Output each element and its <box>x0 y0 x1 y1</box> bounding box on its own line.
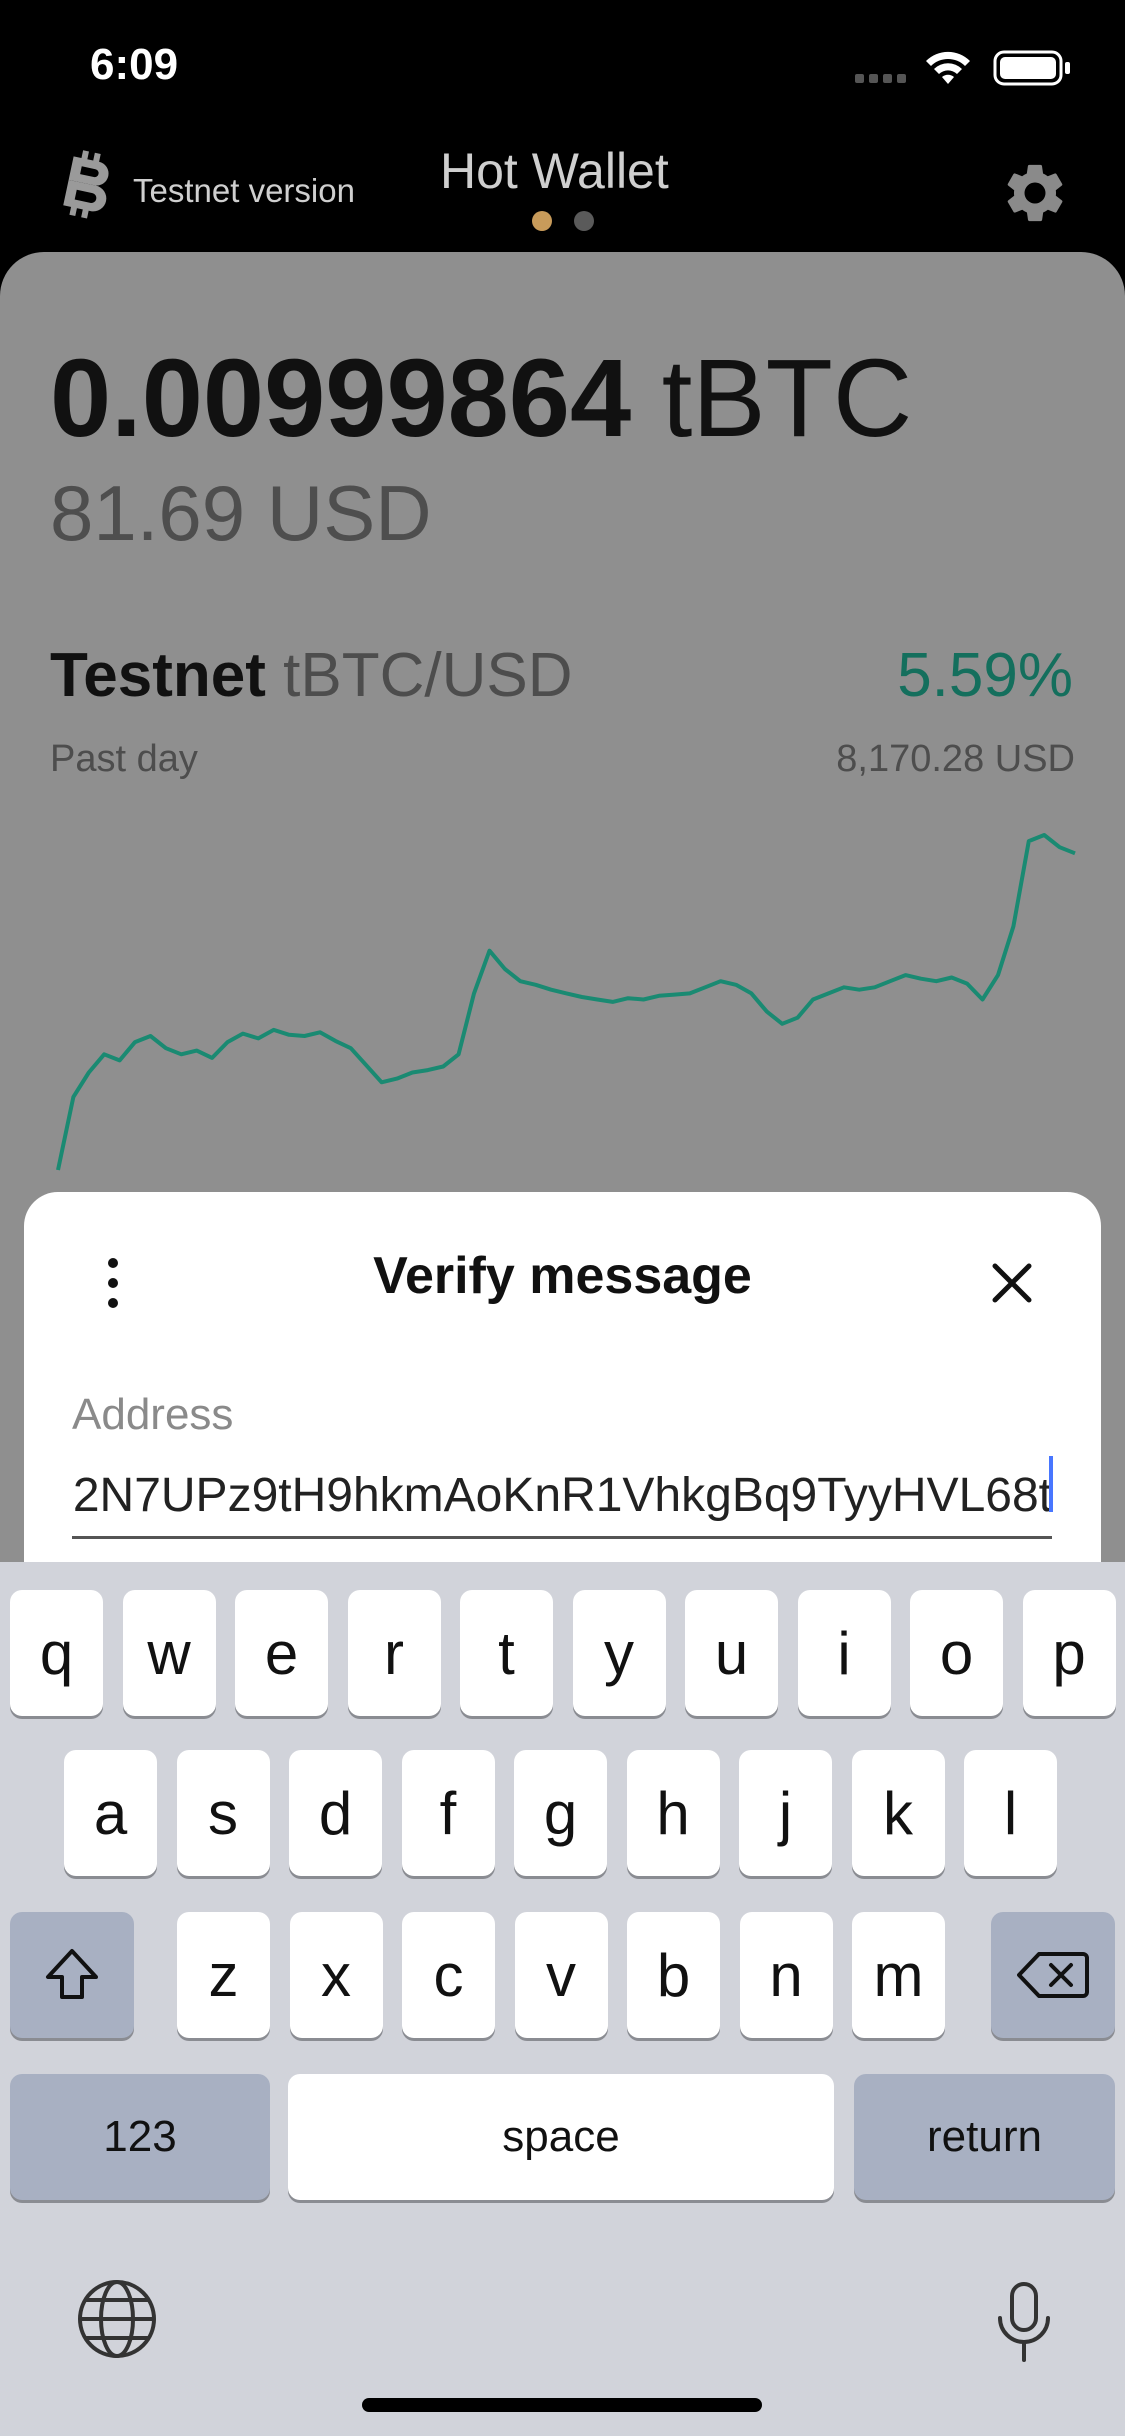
key-p[interactable]: p <box>1022 1590 1116 1716</box>
key-f[interactable]: f <box>401 1750 495 1876</box>
page-dot <box>574 211 594 231</box>
price-line <box>56 833 1076 1171</box>
key-q[interactable]: q <box>10 1590 103 1716</box>
key-i[interactable]: i <box>797 1590 891 1716</box>
current-price: 8,170.28 USD <box>836 738 1075 780</box>
close-icon[interactable] <box>987 1258 1037 1308</box>
balance-unit: tBTC <box>661 337 913 460</box>
balance: 0.00999864 tBTC <box>50 335 912 462</box>
key-c[interactable]: c <box>402 1912 495 2038</box>
address-underline <box>72 1536 1052 1539</box>
fiat-balance: 81.69 USD <box>50 469 432 557</box>
bitcoin-logo-icon <box>63 150 109 219</box>
backspace-key[interactable] <box>991 1912 1115 2038</box>
space-key[interactable]: space <box>288 2074 834 2200</box>
market-network: Testnet <box>50 641 266 710</box>
key-d[interactable]: d <box>289 1750 382 1876</box>
page-dot-active <box>532 211 552 231</box>
status-icons <box>855 50 1070 86</box>
key-n[interactable]: n <box>739 1912 833 2038</box>
key-a[interactable]: a <box>64 1750 157 1876</box>
address-label: Address <box>72 1390 234 1439</box>
key-s[interactable]: s <box>176 1750 270 1876</box>
status-time: 6:09 <box>90 40 179 89</box>
gear-icon[interactable] <box>1000 158 1070 228</box>
key-l[interactable]: l <box>964 1750 1057 1876</box>
key-x[interactable]: x <box>289 1912 383 2038</box>
cellular-signal-icon <box>855 74 906 83</box>
home-indicator <box>362 2398 762 2412</box>
key-r[interactable]: r <box>347 1590 441 1716</box>
key-y[interactable]: y <box>572 1590 666 1716</box>
key-z[interactable]: z <box>177 1912 270 2038</box>
text-cursor <box>1049 1456 1053 1512</box>
backspace-icon <box>1017 1952 1089 1998</box>
balance-amount: 0.00999864 <box>50 337 632 460</box>
numbers-key[interactable]: 123 <box>10 2074 270 2200</box>
key-o[interactable]: o <box>910 1590 1003 1716</box>
shift-key[interactable] <box>10 1912 134 2038</box>
wallet-title[interactable]: Hot Wallet <box>440 142 669 200</box>
sheet-title: Verify message <box>373 1247 752 1305</box>
market-pair: Testnet tBTC/USD <box>50 640 572 711</box>
price-chart <box>56 833 1076 1171</box>
key-h[interactable]: h <box>626 1750 720 1876</box>
key-u[interactable]: u <box>685 1590 778 1716</box>
address-input[interactable] <box>72 1460 1052 1530</box>
shift-icon <box>46 1949 98 1999</box>
key-w[interactable]: w <box>122 1590 216 1716</box>
key-t[interactable]: t <box>460 1590 553 1716</box>
price-change: 5.59% <box>897 641 1073 710</box>
key-g[interactable]: g <box>514 1750 607 1876</box>
battery-icon <box>993 50 1070 86</box>
network-label: Testnet version <box>133 172 355 209</box>
return-key[interactable]: return <box>854 2074 1115 2200</box>
period-label: Past day <box>50 738 198 780</box>
page-indicator[interactable] <box>530 210 600 232</box>
key-v[interactable]: v <box>514 1912 608 2038</box>
globe-icon[interactable] <box>76 2278 158 2360</box>
key-k[interactable]: k <box>851 1750 945 1876</box>
wifi-icon <box>926 51 970 84</box>
key-m[interactable]: m <box>852 1912 945 2038</box>
market-pair-label: tBTC/USD <box>283 641 573 710</box>
key-j[interactable]: j <box>739 1750 832 1876</box>
key-e[interactable]: e <box>235 1590 328 1716</box>
key-b[interactable]: b <box>627 1912 720 2038</box>
microphone-icon[interactable] <box>994 2280 1054 2364</box>
